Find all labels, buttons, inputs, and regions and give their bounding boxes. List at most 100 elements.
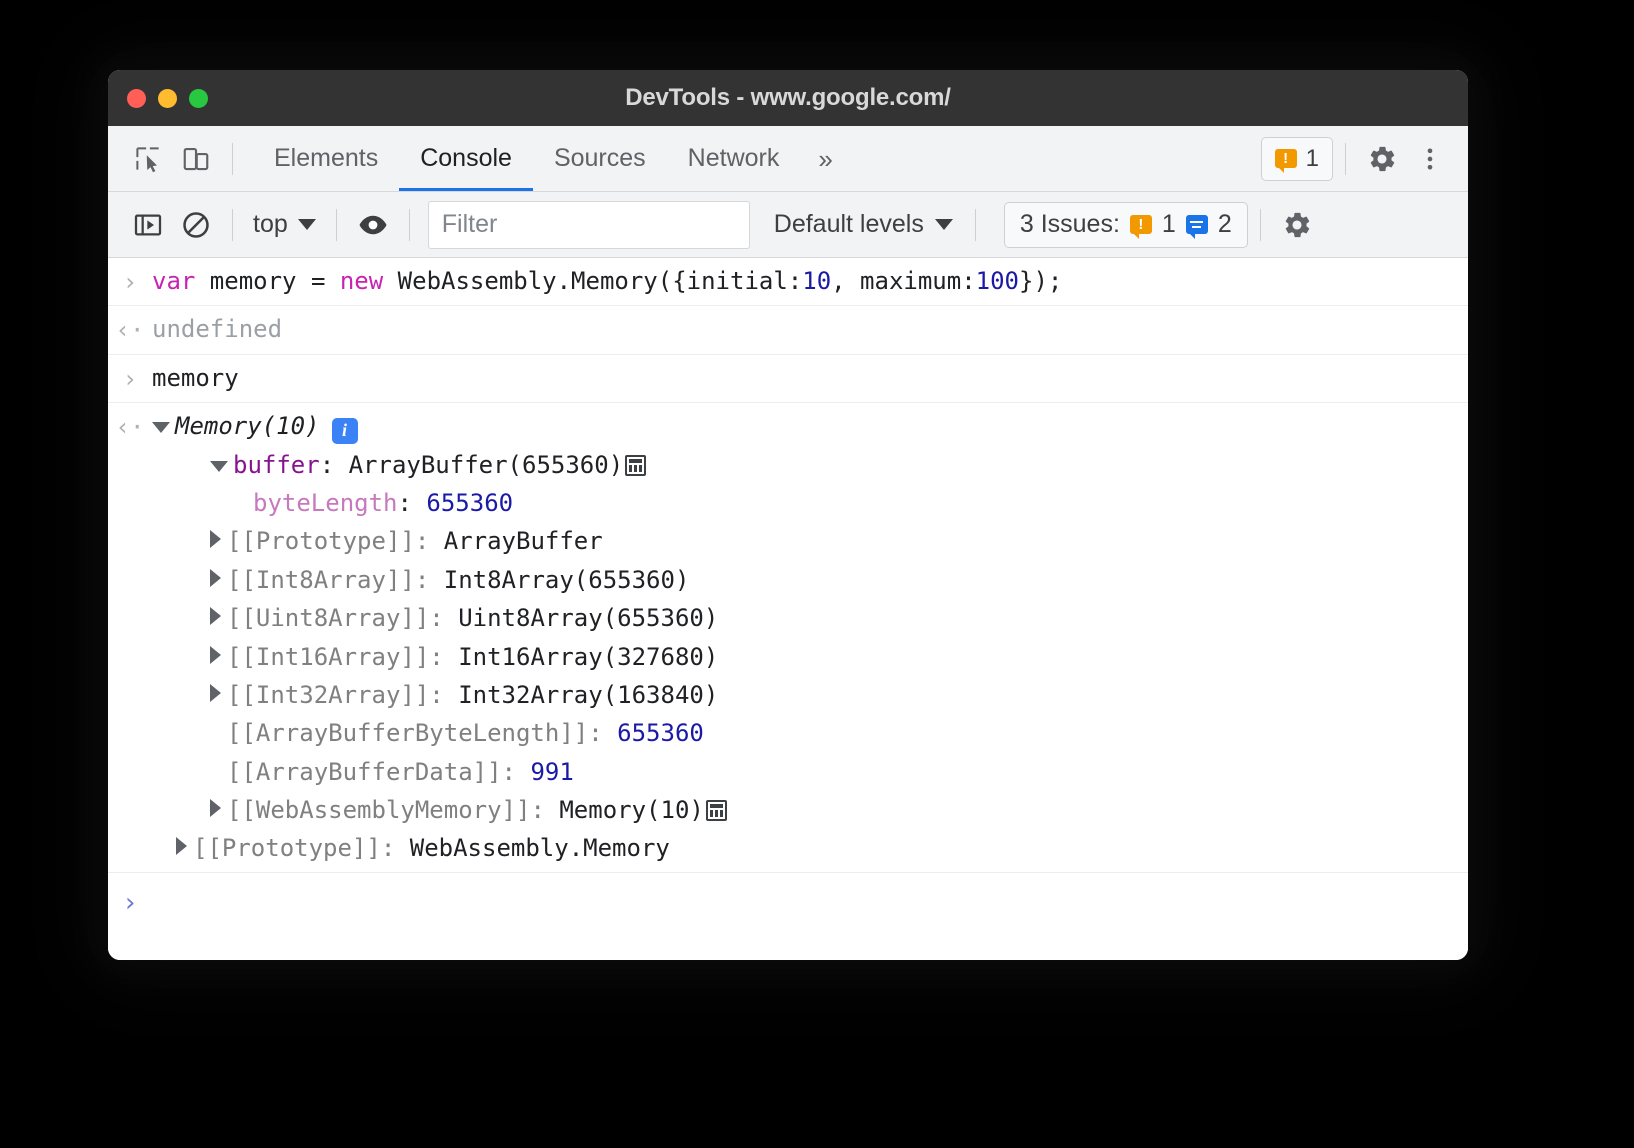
memory-chip-icon[interactable] (706, 800, 727, 821)
live-expression-eye-icon (356, 208, 390, 242)
devtools-window: DevTools - www.google.com/ Elements Cons… (108, 70, 1468, 960)
tab-network[interactable]: Network (667, 126, 801, 191)
console-result-undefined-text: undefined (152, 310, 1468, 348)
console-toolbar-divider-4 (975, 209, 976, 241)
object-property-row[interactable]: buffer: ArrayBuffer(655360) (152, 446, 1456, 484)
toggle-console-sidebar-button[interactable] (124, 201, 172, 249)
tabbar-divider-2 (1345, 143, 1346, 175)
devtools-settings-button[interactable] (1358, 135, 1406, 183)
chevron-down-icon (298, 219, 316, 230)
console-toolbar-divider-1 (232, 209, 233, 241)
devtools-main-menu-button[interactable] (1406, 135, 1454, 183)
property-value: 655360 (426, 484, 513, 522)
disclosure-triangle-open-icon[interactable] (210, 461, 228, 472)
warning-badge[interactable]: ! 1 (1261, 137, 1333, 181)
issues-label: 3 Issues: (1020, 210, 1120, 239)
property-value: Uint8Array(655360) (458, 599, 718, 637)
property-value: ArrayBuffer (444, 522, 603, 560)
issues-info-count: 2 (1218, 210, 1232, 239)
object-property-row[interactable]: [[Int32Array]]: Int32Array(163840) (152, 676, 1456, 714)
token-initial-value: 10 (802, 267, 831, 295)
property-key: [[Int32Array]] (227, 676, 429, 714)
object-property-row[interactable]: [[Prototype]]: WebAssembly.Memory (152, 829, 1456, 867)
property-separator: : (415, 522, 444, 560)
property-key: [[Int16Array]] (227, 638, 429, 676)
issues-badge[interactable]: 3 Issues: ! 1 2 (1004, 202, 1248, 248)
console-toolbar-divider-3 (409, 209, 410, 241)
memory-chip-icon[interactable] (625, 455, 646, 476)
disclosure-triangle-closed-icon[interactable] (210, 646, 221, 664)
object-property-row: byteLength: 655360 (152, 484, 1456, 522)
disclosure-triangle-open-icon[interactable] (152, 422, 170, 433)
issues-warning-count: 1 (1162, 210, 1176, 239)
maximize-window-button[interactable] (189, 89, 208, 108)
more-tabs-button[interactable]: » (800, 146, 850, 172)
property-key: byteLength (253, 484, 398, 522)
tab-sources[interactable]: Sources (533, 126, 667, 191)
object-property-row[interactable]: [[Int16Array]]: Int16Array(327680) (152, 638, 1456, 676)
clear-console-button[interactable] (172, 201, 220, 249)
warning-bubble-icon: ! (1275, 149, 1297, 168)
tab-elements[interactable]: Elements (253, 126, 399, 191)
property-key: [[Int8Array]] (227, 561, 415, 599)
input-arrow-icon: › (108, 262, 152, 301)
console-prompt[interactable]: › (108, 873, 1468, 925)
console-message-result-object: ‹· Memory(10) i buffer: ArrayBuffer(6553… (108, 403, 1468, 872)
create-live-expression-button[interactable] (349, 201, 397, 249)
disclosure-triangle-closed-icon[interactable] (210, 530, 221, 548)
console-filter-input[interactable]: Filter (428, 201, 750, 249)
disclosure-spacer (210, 778, 227, 779)
property-separator: : (429, 638, 458, 676)
property-separator: : (429, 599, 458, 637)
devtools-tabbar: Elements Console Sources Network » ! 1 (108, 126, 1468, 192)
console-filter-placeholder: Filter (442, 210, 498, 239)
minimize-window-button[interactable] (158, 89, 177, 108)
chevron-down-icon (935, 219, 953, 230)
property-separator: : (398, 484, 427, 522)
object-property-row: [[ArrayBufferByteLength]]: 655360 (152, 714, 1456, 752)
execution-context-selector[interactable]: top (245, 202, 324, 248)
disclosure-triangle-closed-icon[interactable] (210, 607, 221, 625)
object-property-row[interactable]: [[WebAssemblyMemory]]: Memory(10) (152, 791, 1456, 829)
property-separator: : (415, 561, 444, 599)
property-key: [[WebAssemblyMemory]] (227, 791, 530, 829)
console-message-input: › var memory = new WebAssembly.Memory({i… (108, 258, 1468, 306)
window-titlebar: DevTools - www.google.com/ (108, 70, 1468, 126)
warning-count: 1 (1306, 145, 1319, 173)
disclosure-triangle-closed-icon[interactable] (210, 684, 221, 702)
log-levels-selector[interactable]: Default levels (764, 202, 963, 248)
tab-console[interactable]: Console (399, 126, 533, 191)
close-window-button[interactable] (127, 89, 146, 108)
console-command-text: var memory = new WebAssembly.Memory({ini… (152, 262, 1468, 300)
object-tree[interactable]: Memory(10) i buffer: ArrayBuffer(655360)… (152, 407, 1468, 868)
toggle-device-toolbar-button[interactable] (172, 135, 220, 183)
property-value: WebAssembly.Memory (410, 829, 670, 867)
object-tree-header[interactable]: Memory(10) i (152, 407, 1456, 445)
property-separator: : (429, 676, 458, 714)
object-property-row[interactable]: [[Prototype]]: ArrayBuffer (152, 522, 1456, 560)
disclosure-triangle-closed-icon[interactable] (210, 799, 221, 817)
property-key: [[ArrayBufferByteLength]] (227, 714, 588, 752)
device-toolbar-icon (181, 144, 211, 174)
property-value: Int16Array(327680) (458, 638, 718, 676)
property-key: [[Uint8Array]] (227, 599, 429, 637)
console-output[interactable]: › var memory = new WebAssembly.Memory({i… (108, 258, 1468, 960)
traffic-lights (108, 89, 208, 108)
property-key: buffer (233, 446, 320, 484)
disclosure-triangle-closed-icon[interactable] (176, 837, 187, 855)
object-property-row: [[ArrayBufferData]]: 991 (152, 753, 1456, 791)
console-settings-button[interactable] (1273, 201, 1321, 249)
property-separator: : (381, 829, 410, 867)
token-assign: memory = (195, 267, 340, 295)
window-title: DevTools - www.google.com/ (108, 84, 1468, 112)
property-separator: : (502, 753, 531, 791)
disclosure-triangle-closed-icon[interactable] (210, 569, 221, 587)
object-property-row[interactable]: [[Uint8Array]]: Uint8Array(655360) (152, 599, 1456, 637)
panel-tabs: Elements Console Sources Network (253, 126, 800, 191)
property-separator: : (530, 791, 559, 829)
property-value: ArrayBuffer(655360) (349, 446, 624, 484)
property-value: Memory(10) (559, 791, 704, 829)
info-badge-icon[interactable]: i (332, 418, 358, 444)
inspect-element-button[interactable] (124, 135, 172, 183)
object-property-row[interactable]: [[Int8Array]]: Int8Array(655360) (152, 561, 1456, 599)
